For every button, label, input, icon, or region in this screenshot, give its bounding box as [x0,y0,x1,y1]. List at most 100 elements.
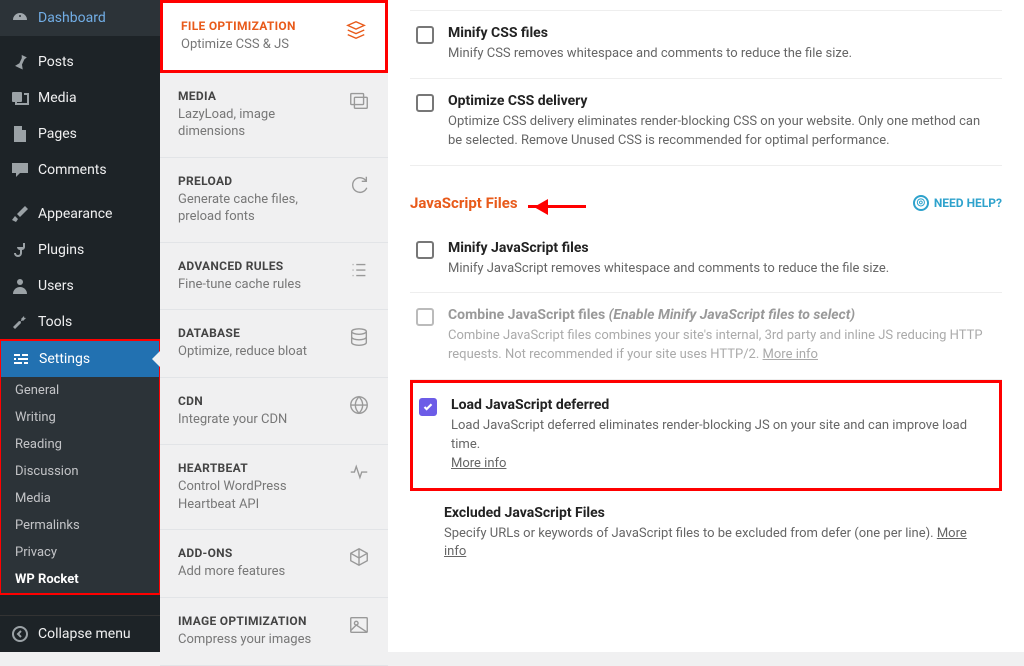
tab-file-optimization[interactable]: FILE OPTIMIZATION Optimize CSS & JS [160,0,388,73]
menu-label: Dashboard [38,10,106,26]
tab-desc: Add more features [178,563,285,581]
tab-desc: Optimize CSS & JS [181,36,296,54]
option-minify-js: Minify JavaScript files Minify JavaScrip… [410,226,1002,294]
checkbox-minify-js[interactable] [416,241,434,259]
checkbox-defer-js[interactable] [419,398,437,416]
collapse-menu[interactable]: Collapse menu [0,615,160,652]
checkbox-minify-css[interactable] [416,26,434,44]
menu-media[interactable]: Media [0,80,160,116]
option-defer-js: Load JavaScript deferred Load JavaScript… [410,380,1002,491]
database-icon [348,326,370,348]
images-icon [348,89,370,111]
box-icon [348,546,370,568]
option-desc: Specify URLs or keywords of JavaScript f… [444,525,992,563]
menu-label: Appearance [38,206,112,222]
option-title: Excluded JavaScript Files [444,505,992,521]
tab-desc: Integrate your CDN [178,411,287,429]
option-optimize-css: Optimize CSS delivery Optimize CSS deliv… [410,79,1002,166]
globe-icon [348,394,370,416]
tab-desc: Control WordPress Heartbeat API [178,478,340,513]
list-icon [348,259,370,281]
tab-title: ADD-ONS [178,546,285,560]
need-help-label: NEED HELP? [934,196,1002,210]
section-javascript-files: JavaScript Files ◎ NEED HELP? [410,194,1002,212]
menu-dashboard[interactable]: Dashboard [0,0,160,36]
plugin-icon [10,240,30,260]
checkbox-optimize-css[interactable] [416,94,434,112]
tab-advanced-rules[interactable]: ADVANCED RULES Fine-tune cache rules [160,243,388,311]
menu-settings[interactable]: Settings [1,341,159,377]
page-icon [10,124,30,144]
lifebuoy-icon: ◎ [913,195,929,211]
tab-title: ADVANCED RULES [178,259,301,273]
menu-label: Tools [38,314,72,330]
menu-tools[interactable]: Tools [0,304,160,340]
tab-desc: Optimize, reduce bloat [178,343,307,361]
comment-icon [10,160,30,180]
tab-cdn[interactable]: CDNIntegrate your CDN [160,378,388,446]
option-minify-css: Minify CSS files Minify CSS removes whit… [410,10,1002,79]
submenu-privacy[interactable]: Privacy [1,539,159,566]
submenu-writing[interactable]: Writing [1,404,159,431]
refresh-icon [348,174,370,196]
tab-image-optimization[interactable]: IMAGE OPTIMIZATIONCompress your images [160,598,388,666]
tab-addons[interactable]: ADD-ONS Add more features [160,530,388,598]
menu-label: Collapse menu [38,626,131,642]
menu-appearance[interactable]: Appearance [0,196,160,232]
collapse-icon [10,624,30,644]
option-title: Optimize CSS delivery [448,93,992,109]
menu-plugins[interactable]: Plugins [0,232,160,268]
menu-label: Pages [38,126,77,142]
tab-desc: Compress your images [178,631,311,649]
option-title: Combine JavaScript files (Enable Minify … [448,307,992,323]
menu-users[interactable]: Users [0,268,160,304]
tab-title: FILE OPTIMIZATION [181,19,296,33]
tab-heartbeat[interactable]: HEARTBEAT Control WordPress Heartbeat API [160,445,388,530]
submenu-discussion[interactable]: Discussion [1,458,159,485]
menu-pages[interactable]: Pages [0,116,160,152]
tab-title: PRELOAD [178,174,340,188]
wprocket-tabs: FILE OPTIMIZATION Optimize CSS & JS MEDIA… [160,0,388,652]
submenu-media[interactable]: Media [1,485,159,512]
settings-submenu: General Writing Reading Discussion Media… [1,377,159,593]
settings-content: Minify CSS files Minify CSS removes whit… [388,0,1024,652]
media-icon [10,88,30,108]
need-help-link[interactable]: ◎ NEED HELP? [913,195,1002,211]
dashboard-icon [10,8,30,28]
wp-admin-sidebar: Dashboard Posts Media Pages Comments App… [0,0,160,652]
option-desc: Minify JavaScript removes whitespace and… [448,260,889,279]
more-info-link[interactable]: More info [451,456,506,471]
more-info-link[interactable]: More info [763,347,818,362]
option-combine-js: Combine JavaScript files (Enable Minify … [410,293,1002,380]
tab-database[interactable]: DATABASE Optimize, reduce bloat [160,310,388,378]
pin-icon [10,52,30,72]
highlight-settings-block: Settings General Writing Reading Discuss… [0,339,161,595]
heartbeat-icon [348,461,370,483]
menu-comments[interactable]: Comments [0,152,160,188]
tab-desc: Generate cache files, preload fonts [178,191,340,226]
brush-icon [10,204,30,224]
option-title: Minify CSS files [448,25,852,41]
arrow-annotation [528,205,586,208]
menu-label: Plugins [38,242,84,258]
submenu-general[interactable]: General [1,377,159,404]
tab-title: DATABASE [178,326,307,340]
menu-label: Posts [38,54,74,70]
wrench-icon [10,312,30,332]
tab-preload[interactable]: PRELOAD Generate cache files, preload fon… [160,158,388,243]
tab-media[interactable]: MEDIALazyLoad, image dimensions [160,73,388,158]
submenu-wprocket[interactable]: WP Rocket [1,566,159,593]
menu-label: Settings [39,351,90,367]
menu-posts[interactable]: Posts [0,44,160,80]
menu-label: Media [38,90,77,106]
option-desc: Optimize CSS delivery eliminates render-… [448,113,992,151]
submenu-permalinks[interactable]: Permalinks [1,512,159,539]
option-desc: Combine JavaScript files combines your s… [448,327,992,365]
tab-title: HEARTBEAT [178,461,340,475]
tab-title: MEDIA [178,89,340,103]
submenu-reading[interactable]: Reading [1,431,159,458]
option-title: Load JavaScript deferred [451,397,989,413]
tab-desc: Fine-tune cache rules [178,276,301,294]
menu-label: Comments [38,162,107,178]
section-label: JavaScript Files [410,194,518,212]
